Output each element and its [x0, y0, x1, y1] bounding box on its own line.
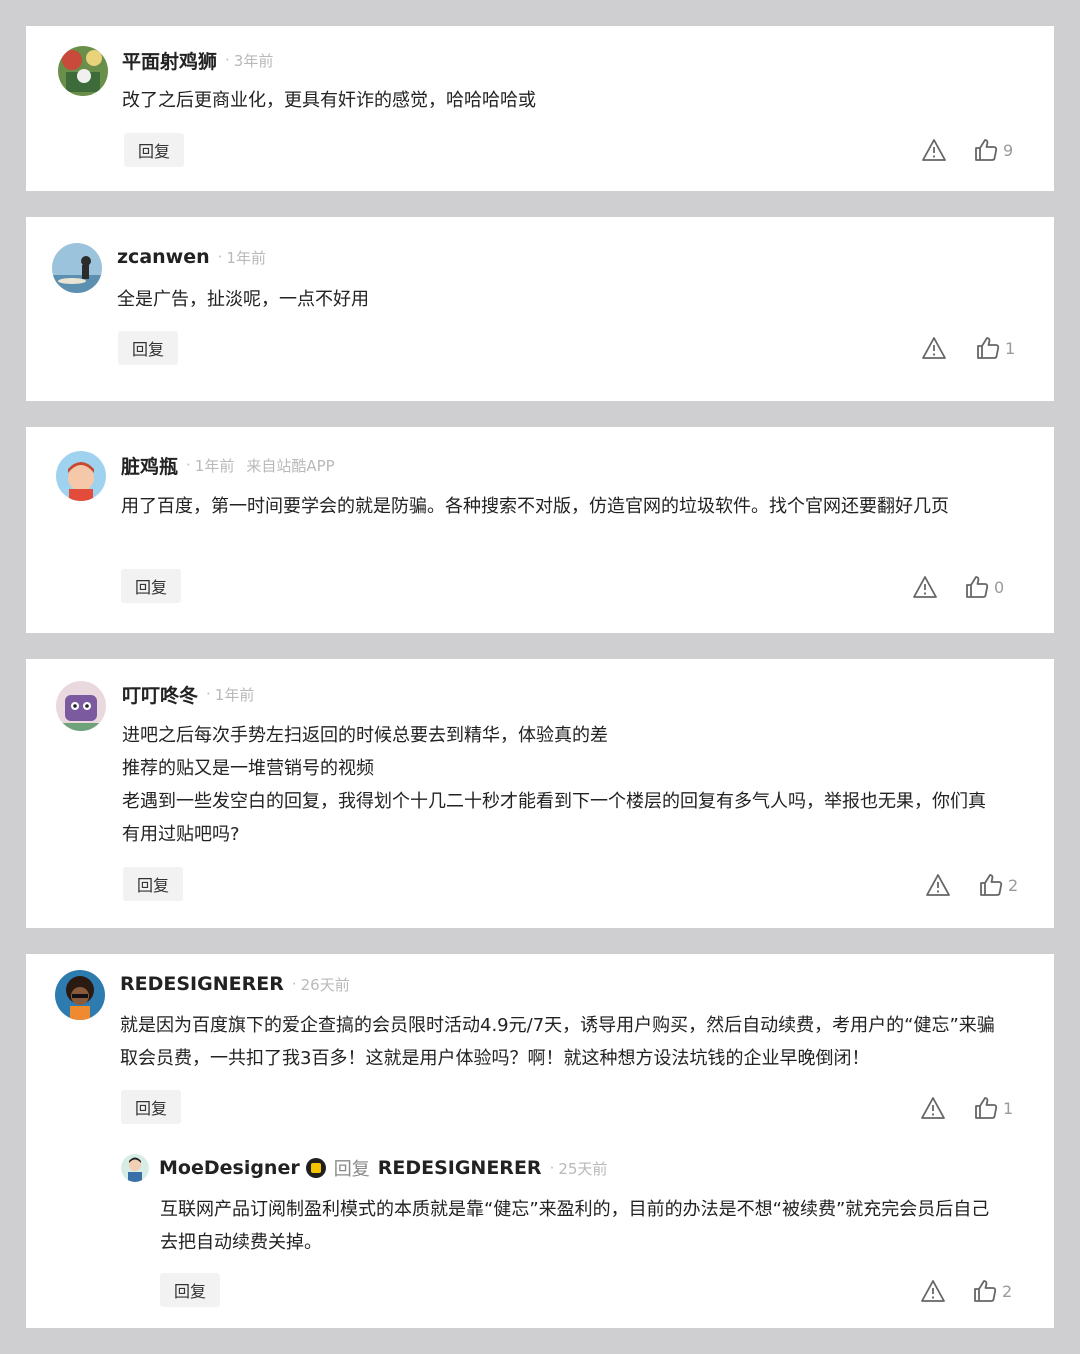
source-label: 来自站酷APP	[246, 456, 335, 475]
timestamp: 1年前	[194, 456, 235, 475]
like-count: 0	[994, 577, 1005, 597]
comment-card: REDESIGNERER · 26天前 就是因为百度旗下的爱企查搞的会员限时活动…	[26, 954, 1054, 1328]
reply-button[interactable]: 回复	[121, 569, 181, 603]
verified-badge-icon	[305, 1158, 326, 1178]
reply-avatar[interactable]	[121, 1154, 149, 1182]
separator: ·	[291, 975, 297, 993]
reply-username[interactable]: MoeDesigner	[159, 1157, 300, 1179]
reply-button[interactable]: 回复	[118, 331, 178, 365]
separator: ·	[186, 456, 191, 474]
like-count: 2	[1002, 1281, 1013, 1301]
report-icon[interactable]	[920, 1096, 946, 1120]
like-count: 9	[1003, 140, 1014, 160]
like-button[interactable]: 1	[973, 1095, 1013, 1121]
report-icon[interactable]	[925, 873, 951, 897]
like-button[interactable]: 2	[972, 1278, 1012, 1304]
timestamp: 25天前	[558, 1159, 608, 1178]
separator: ·	[206, 685, 211, 703]
like-count: 1	[1003, 1098, 1014, 1118]
timestamp: 3年前	[233, 51, 274, 70]
thumb-up-icon	[974, 1280, 997, 1302]
like-button[interactable]: 2	[978, 872, 1018, 898]
avatar[interactable]	[55, 970, 105, 1020]
report-icon[interactable]	[920, 1279, 946, 1303]
avatar[interactable]	[52, 243, 102, 293]
reply-target-username[interactable]: REDESIGNERER	[378, 1157, 542, 1179]
report-icon[interactable]	[921, 336, 947, 360]
comment-card: 脏鸡瓶 · 1年前 来自站酷APP 用了百度，第一时间要学会的就是防骗。各种搜索…	[26, 427, 1054, 633]
comment-text: 进吧之后每次手势左扫返回的时候总要去到精华，体验真的差 推荐的贴又是一堆营销号的…	[122, 725, 986, 845]
comment-text: 改了之后更商业化，更具有奸诈的感觉，哈哈哈哈或	[122, 90, 536, 111]
username[interactable]: zcanwen	[117, 246, 210, 268]
separator: ·	[217, 248, 223, 266]
like-count: 1	[1005, 338, 1016, 358]
thumb-up-icon	[977, 337, 1000, 359]
comment-card: zcanwen · 1年前 全是广告，扯淡呢，一点不好用 回复 1	[26, 217, 1054, 401]
like-count: 2	[1008, 875, 1019, 895]
username[interactable]: 叮叮咚冬	[122, 681, 198, 708]
reply-button[interactable]: 回复	[123, 867, 183, 901]
timestamp: 1年前	[226, 248, 266, 267]
timestamp: 26天前	[300, 975, 350, 994]
username[interactable]: 平面射鸡狮	[122, 47, 217, 74]
like-button[interactable]: 9	[973, 137, 1013, 163]
like-button[interactable]: 0	[964, 574, 1004, 600]
username[interactable]: REDESIGNERER	[120, 973, 284, 995]
avatar[interactable]	[58, 46, 108, 96]
thumb-up-icon	[966, 576, 989, 598]
thumb-up-icon	[980, 874, 1003, 896]
reply-button[interactable]: 回复	[160, 1273, 220, 1307]
comment-text: 全是广告，扯淡呢，一点不好用	[117, 289, 369, 310]
reply-button[interactable]: 回复	[124, 133, 184, 167]
reply-button[interactable]: 回复	[121, 1090, 181, 1124]
reply-text: 互联网产品订阅制盈利模式的本质就是靠“健忘”来盈利的，目前的办法是不想“被续费”…	[160, 1199, 990, 1253]
avatar[interactable]	[56, 681, 106, 731]
username[interactable]: 脏鸡瓶	[121, 452, 178, 479]
comment-text: 就是因为百度旗下的爱企查搞的会员限时活动4.9元/7天，诱导用户购买，然后自动续…	[120, 1015, 995, 1069]
comment-card: 叮叮咚冬 · 1年前 进吧之后每次手势左扫返回的时候总要去到精华，体验真的差 推…	[26, 659, 1054, 928]
comment-card: 平面射鸡狮 · 3年前 改了之后更商业化，更具有奸诈的感觉，哈哈哈哈或 回复 9	[26, 26, 1054, 191]
report-icon[interactable]	[912, 575, 938, 599]
separator: ·	[225, 51, 230, 69]
avatar[interactable]	[56, 451, 106, 501]
thumb-up-icon	[975, 139, 998, 161]
comment-text: 用了百度，第一时间要学会的就是防骗。各种搜索不对版，仿造官网的垃圾软件。找个官网…	[121, 496, 949, 517]
timestamp: 1年前	[214, 685, 255, 704]
report-icon[interactable]	[921, 138, 947, 162]
separator: ·	[549, 1159, 555, 1177]
reply-indicator: 回复	[333, 1159, 370, 1180]
thumb-up-icon	[975, 1097, 998, 1119]
like-button[interactable]: 1	[975, 335, 1015, 361]
